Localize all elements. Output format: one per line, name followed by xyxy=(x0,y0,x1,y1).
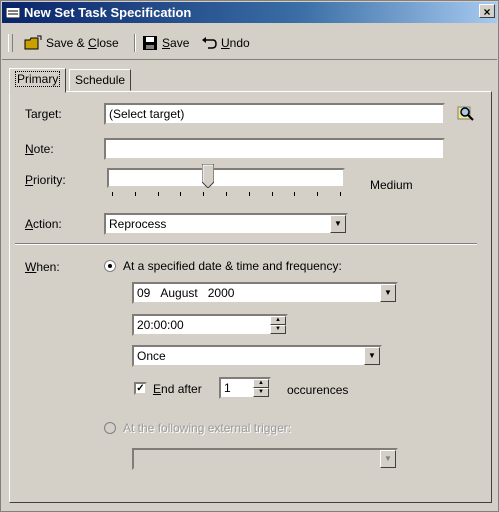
action-value: Reprocess xyxy=(109,217,167,231)
chevron-down-icon[interactable]: ▼ xyxy=(330,215,346,233)
priority-tick xyxy=(340,192,341,196)
undo-arrow-icon xyxy=(202,37,217,49)
priority-tick xyxy=(112,192,113,196)
save-close-button[interactable]: Save & Close xyxy=(24,34,119,52)
spin-down-icon[interactable]: ▼ xyxy=(253,388,269,397)
trigger-dropdown[interactable]: ▼ xyxy=(132,448,398,470)
priority-slider-track[interactable] xyxy=(107,168,345,188)
frequency-value: Once xyxy=(137,349,166,363)
priority-tick xyxy=(226,192,227,196)
browse-target-icon[interactable] xyxy=(457,105,475,122)
section-divider xyxy=(15,243,477,245)
priority-tick xyxy=(180,192,182,196)
priority-tick xyxy=(294,192,296,196)
window-title: New Set Task Specification xyxy=(24,5,192,20)
date-value: 09 August 2000 xyxy=(137,285,234,302)
dialog-window: New Set Task Specification × Save & Clos… xyxy=(0,0,499,512)
time-field[interactable]: 20:00:00 ▲ ▼ xyxy=(132,314,288,336)
tab-schedule[interactable]: Schedule xyxy=(69,69,132,91)
date-month: August xyxy=(160,286,198,300)
date-day: 09 xyxy=(137,286,151,300)
end-after-count[interactable]: 1 ▲ ▼ xyxy=(219,377,271,399)
priority-tick xyxy=(157,192,159,196)
count-spinner[interactable]: ▲ ▼ xyxy=(253,379,269,397)
title-bar: New Set Task Specification × xyxy=(2,2,497,23)
undo-label: Undo xyxy=(221,36,250,50)
window-icon xyxy=(6,5,20,18)
undo-button[interactable]: Undo xyxy=(201,34,250,52)
frequency-dropdown[interactable]: Once ▼ xyxy=(132,345,382,367)
radio-specified-datetime-label: At a specified date & time and frequency… xyxy=(123,259,342,273)
radio-specified-datetime[interactable] xyxy=(104,260,116,272)
close-button[interactable]: × xyxy=(479,4,495,19)
priority-label: Priority: xyxy=(25,173,66,187)
end-after-label: End after xyxy=(153,382,202,396)
priority-tick xyxy=(271,192,273,196)
spin-up-icon[interactable]: ▲ xyxy=(270,316,286,325)
radio-external-trigger[interactable] xyxy=(104,422,116,434)
floppy-disk-icon xyxy=(143,36,157,50)
date-picker[interactable]: 09 August 2000 ▼ xyxy=(132,282,398,304)
tab-primary[interactable]: Primary xyxy=(9,68,67,93)
target-label: Target: xyxy=(25,107,62,121)
save-button[interactable]: Save xyxy=(142,34,189,52)
end-after-checkbox[interactable]: ✓ xyxy=(134,382,147,395)
time-value: 20:00:00 xyxy=(137,318,184,332)
toolbar-separator xyxy=(134,34,136,52)
chevron-down-icon[interactable]: ▼ xyxy=(380,450,396,468)
save-label: Save xyxy=(162,36,190,50)
chevron-down-icon[interactable]: ▼ xyxy=(380,284,396,302)
spin-up-icon[interactable]: ▲ xyxy=(253,379,269,388)
date-year: 2000 xyxy=(207,286,235,300)
when-label: When: xyxy=(25,260,60,274)
priority-slider-thumb[interactable] xyxy=(201,164,214,188)
target-field[interactable]: (Select target) xyxy=(104,103,445,125)
chevron-down-icon[interactable]: ▼ xyxy=(364,347,380,365)
priority-value-text: Medium xyxy=(370,178,413,192)
note-label: Note: xyxy=(25,142,54,156)
priority-tick xyxy=(317,192,319,196)
priority-tick xyxy=(134,192,136,196)
toolbar-grip[interactable] xyxy=(8,34,13,52)
end-after-value: 1 xyxy=(224,381,231,395)
save-close-label: Save & Close xyxy=(46,36,119,50)
time-spinner[interactable]: ▲ ▼ xyxy=(270,316,286,334)
radio-external-trigger-label: At the following external trigger: xyxy=(123,421,292,435)
action-label: Action: xyxy=(25,217,62,231)
action-dropdown[interactable]: Reprocess ▼ xyxy=(104,213,348,235)
toolbar: Save & Close Save Undo xyxy=(2,24,497,60)
priority-tick xyxy=(248,192,250,196)
folder-save-icon xyxy=(24,35,42,50)
spin-down-icon[interactable]: ▼ xyxy=(270,325,286,334)
occurences-label: occurences xyxy=(287,383,349,397)
priority-tick xyxy=(203,192,205,196)
note-field[interactable] xyxy=(104,138,445,160)
